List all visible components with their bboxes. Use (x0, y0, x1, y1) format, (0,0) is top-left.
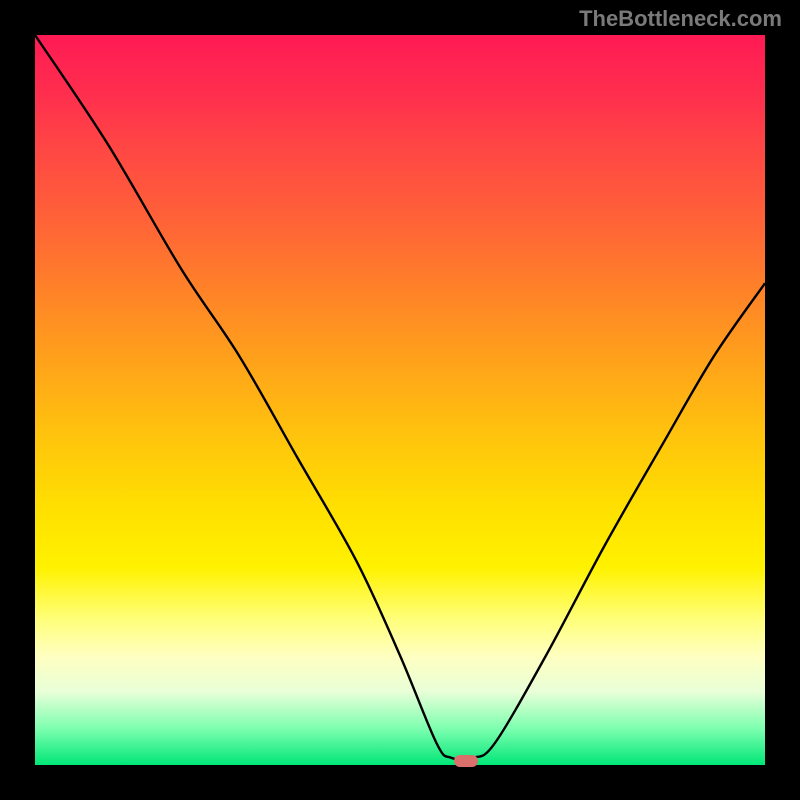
chart-container: TheBottleneck.com (0, 0, 800, 800)
gradient-plot-background (35, 35, 765, 765)
watermark-text: TheBottleneck.com (579, 6, 782, 32)
optimal-marker (454, 755, 478, 767)
